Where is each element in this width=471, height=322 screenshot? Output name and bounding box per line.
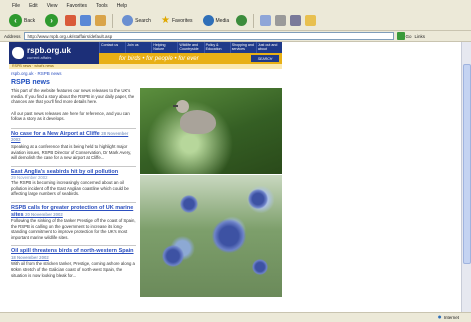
news-item-summary: The RSPB is becoming increasingly concer…: [11, 180, 129, 197]
dove-photo: [140, 88, 282, 174]
thistle-flower: [252, 259, 268, 275]
menu-help[interactable]: Help: [117, 3, 127, 9]
toolbar-separator: [112, 13, 114, 28]
nav-tab-join[interactable]: Join us: [125, 42, 151, 53]
print-icon[interactable]: [275, 15, 287, 26]
mail-icon[interactable]: [260, 15, 272, 26]
page-title: RSPB news: [11, 79, 50, 86]
address-input[interactable]: http://www.rspb.org.uk/staffairs/default…: [23, 32, 394, 40]
menu-view[interactable]: View: [47, 3, 58, 9]
news-item-summary: With oil from the stricken tanker, Prest…: [11, 261, 135, 278]
thistle-photo: [140, 175, 282, 297]
status-zone: Internet: [443, 315, 459, 320]
back-button[interactable]: ‹ Back: [6, 12, 38, 29]
scrollbar-thumb[interactable]: [463, 64, 471, 264]
news-item: RSPB calls for greater protection of UK …: [11, 202, 136, 240]
internet-zone-icon: ●: [437, 314, 442, 321]
nav-tab-contact[interactable]: Contact us: [99, 42, 125, 53]
dove-beak: [173, 105, 178, 107]
thistle-flower: [212, 219, 246, 253]
news-item: No case for a New Airport at Cliffe 28 N…: [11, 127, 136, 161]
menu-tools[interactable]: Tools: [96, 3, 108, 9]
news-item: Oil spill threatens birds of north-weste…: [11, 245, 136, 278]
menu-edit[interactable]: Edit: [29, 3, 38, 9]
search-button[interactable]: Search: [119, 13, 154, 28]
page-viewport: rspb.org.uk current affairs Contact us J…: [0, 42, 461, 312]
address-label: Address: [4, 33, 21, 39]
news-item-summary: Following the sinking of the tanker Pres…: [11, 218, 136, 240]
toolbar-separator: [253, 13, 255, 28]
media-button[interactable]: Media: [200, 13, 233, 28]
stop-icon[interactable]: [65, 15, 77, 26]
edit-icon[interactable]: [290, 15, 302, 26]
nav-tab-wildlife[interactable]: Wildlife and Countryside: [177, 42, 203, 53]
toolbar: ‹ Back › Search ★ Favorites Media: [0, 11, 471, 31]
back-arrow-icon: ‹: [9, 14, 22, 27]
rspb-bird-logo-icon: [12, 47, 24, 59]
search-icon: [122, 15, 134, 26]
status-bar: ● Internet: [0, 312, 471, 322]
nav-tab-policy[interactable]: Policy & Education: [203, 42, 230, 53]
news-column: This part of the website features our ne…: [11, 88, 136, 283]
site-logo[interactable]: rspb.org.uk current affairs: [9, 42, 99, 64]
nav-tab-helping[interactable]: Helping Nature: [151, 42, 177, 53]
news-item-link[interactable]: No case for a New Airport at Cliffe 28 N…: [11, 131, 136, 144]
go-button[interactable]: Go: [396, 32, 412, 40]
thistle-flower: [248, 189, 268, 209]
site-tagline: for birds • for people • for ever SEARCH: [99, 53, 282, 64]
history-icon[interactable]: [236, 15, 248, 26]
news-item-link[interactable]: Oil spill threatens birds of north-weste…: [11, 248, 136, 261]
news-item-summary: Speaking at a conference that is being h…: [11, 143, 132, 161]
menu-favorites[interactable]: Favorites: [66, 3, 87, 9]
news-item: East Anglia's seabirds hit by oil pollut…: [11, 165, 136, 197]
favorites-button[interactable]: ★ Favorites: [158, 13, 196, 28]
sub-nav[interactable]: RSPB news · what's news: [9, 64, 282, 69]
address-bar: Address http://www.rspb.org.uk/staffairs…: [0, 31, 471, 42]
home-icon[interactable]: [95, 15, 107, 26]
links-button[interactable]: Links: [415, 34, 426, 39]
forward-arrow-icon: ›: [45, 14, 59, 27]
thistle-flower: [180, 195, 198, 213]
thistle-flower: [162, 245, 184, 267]
refresh-icon[interactable]: [80, 15, 92, 26]
menu-bar: File Edit View Favorites Tools Help: [0, 0, 471, 11]
media-icon: [202, 15, 214, 26]
menu-file[interactable]: File: [12, 3, 20, 9]
forward-button[interactable]: ›: [42, 12, 61, 29]
dove-body: [180, 110, 216, 134]
star-icon: ★: [160, 15, 170, 26]
folder-icon[interactable]: [305, 15, 317, 26]
intro-text-2: All our past news releases are here for …: [11, 110, 130, 122]
site-banner: rspb.org.uk current affairs Contact us J…: [9, 42, 282, 64]
news-item-link[interactable]: RSPB calls for greater protection of UK …: [11, 205, 136, 218]
go-arrow-icon: [396, 32, 405, 40]
vertical-scrollbar[interactable]: [461, 42, 471, 312]
nav-tab-about[interactable]: Just out and about: [255, 42, 282, 53]
intro-text: This part of the website features our ne…: [11, 88, 135, 105]
site-nav: Contact us Join us Helping Nature Wildli…: [99, 42, 282, 53]
breadcrumb[interactable]: rspb.org.uk · RSPB news: [11, 71, 62, 76]
nav-tab-shopping[interactable]: Shopping and services: [229, 42, 256, 53]
site-search-button[interactable]: SEARCH: [251, 55, 279, 62]
